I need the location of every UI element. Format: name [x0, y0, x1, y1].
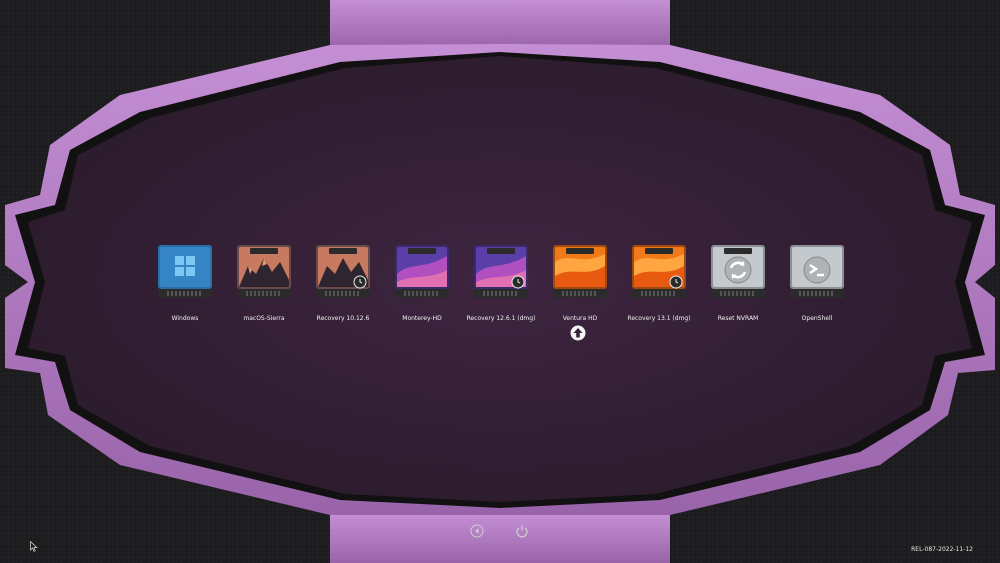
windows-drive-icon [158, 245, 212, 298]
macos-sierra-drive-icon [316, 245, 370, 298]
boot-entry-recovery-12-6-1[interactable] [473, 244, 529, 300]
restart-icon[interactable] [470, 524, 484, 538]
mouse-cursor-icon [30, 541, 38, 552]
macos-ventura-drive-icon [553, 245, 607, 298]
boot-entry-recovery-10-12-6[interactable] [315, 244, 371, 300]
boot-entry-ventura-hd[interactable] [552, 244, 608, 300]
macos-monterey-drive-icon [395, 245, 449, 298]
frame-top-tab [330, 0, 670, 48]
reset-nvram-drive-icon [711, 245, 765, 298]
boot-entry-recovery-13-1[interactable] [631, 244, 687, 300]
boot-entry-reset-nvram[interactable] [710, 244, 766, 300]
openshell-drive-icon [790, 245, 844, 298]
opencore-picker-screen: Windows macOS-Sierra Recovery 10.12.6 Mo… [0, 0, 1000, 563]
macos-ventura-drive-icon [632, 245, 686, 298]
frame-bottom-tab [330, 514, 670, 563]
macos-monterey-drive-icon [474, 245, 528, 298]
boot-entry-openshell[interactable] [789, 244, 845, 300]
boot-entry-label: OpenShell [801, 315, 833, 322]
boot-entry-macos-sierra[interactable] [236, 244, 292, 300]
boot-entry-monterey-hd[interactable] [394, 244, 450, 300]
selected-arrow-up-icon [570, 325, 586, 341]
shutdown-icon[interactable] [515, 524, 529, 538]
boot-entry-windows[interactable] [157, 244, 213, 300]
macos-sierra-drive-icon [237, 245, 291, 298]
version-label: REL-087-2022-11-12 [911, 546, 973, 553]
